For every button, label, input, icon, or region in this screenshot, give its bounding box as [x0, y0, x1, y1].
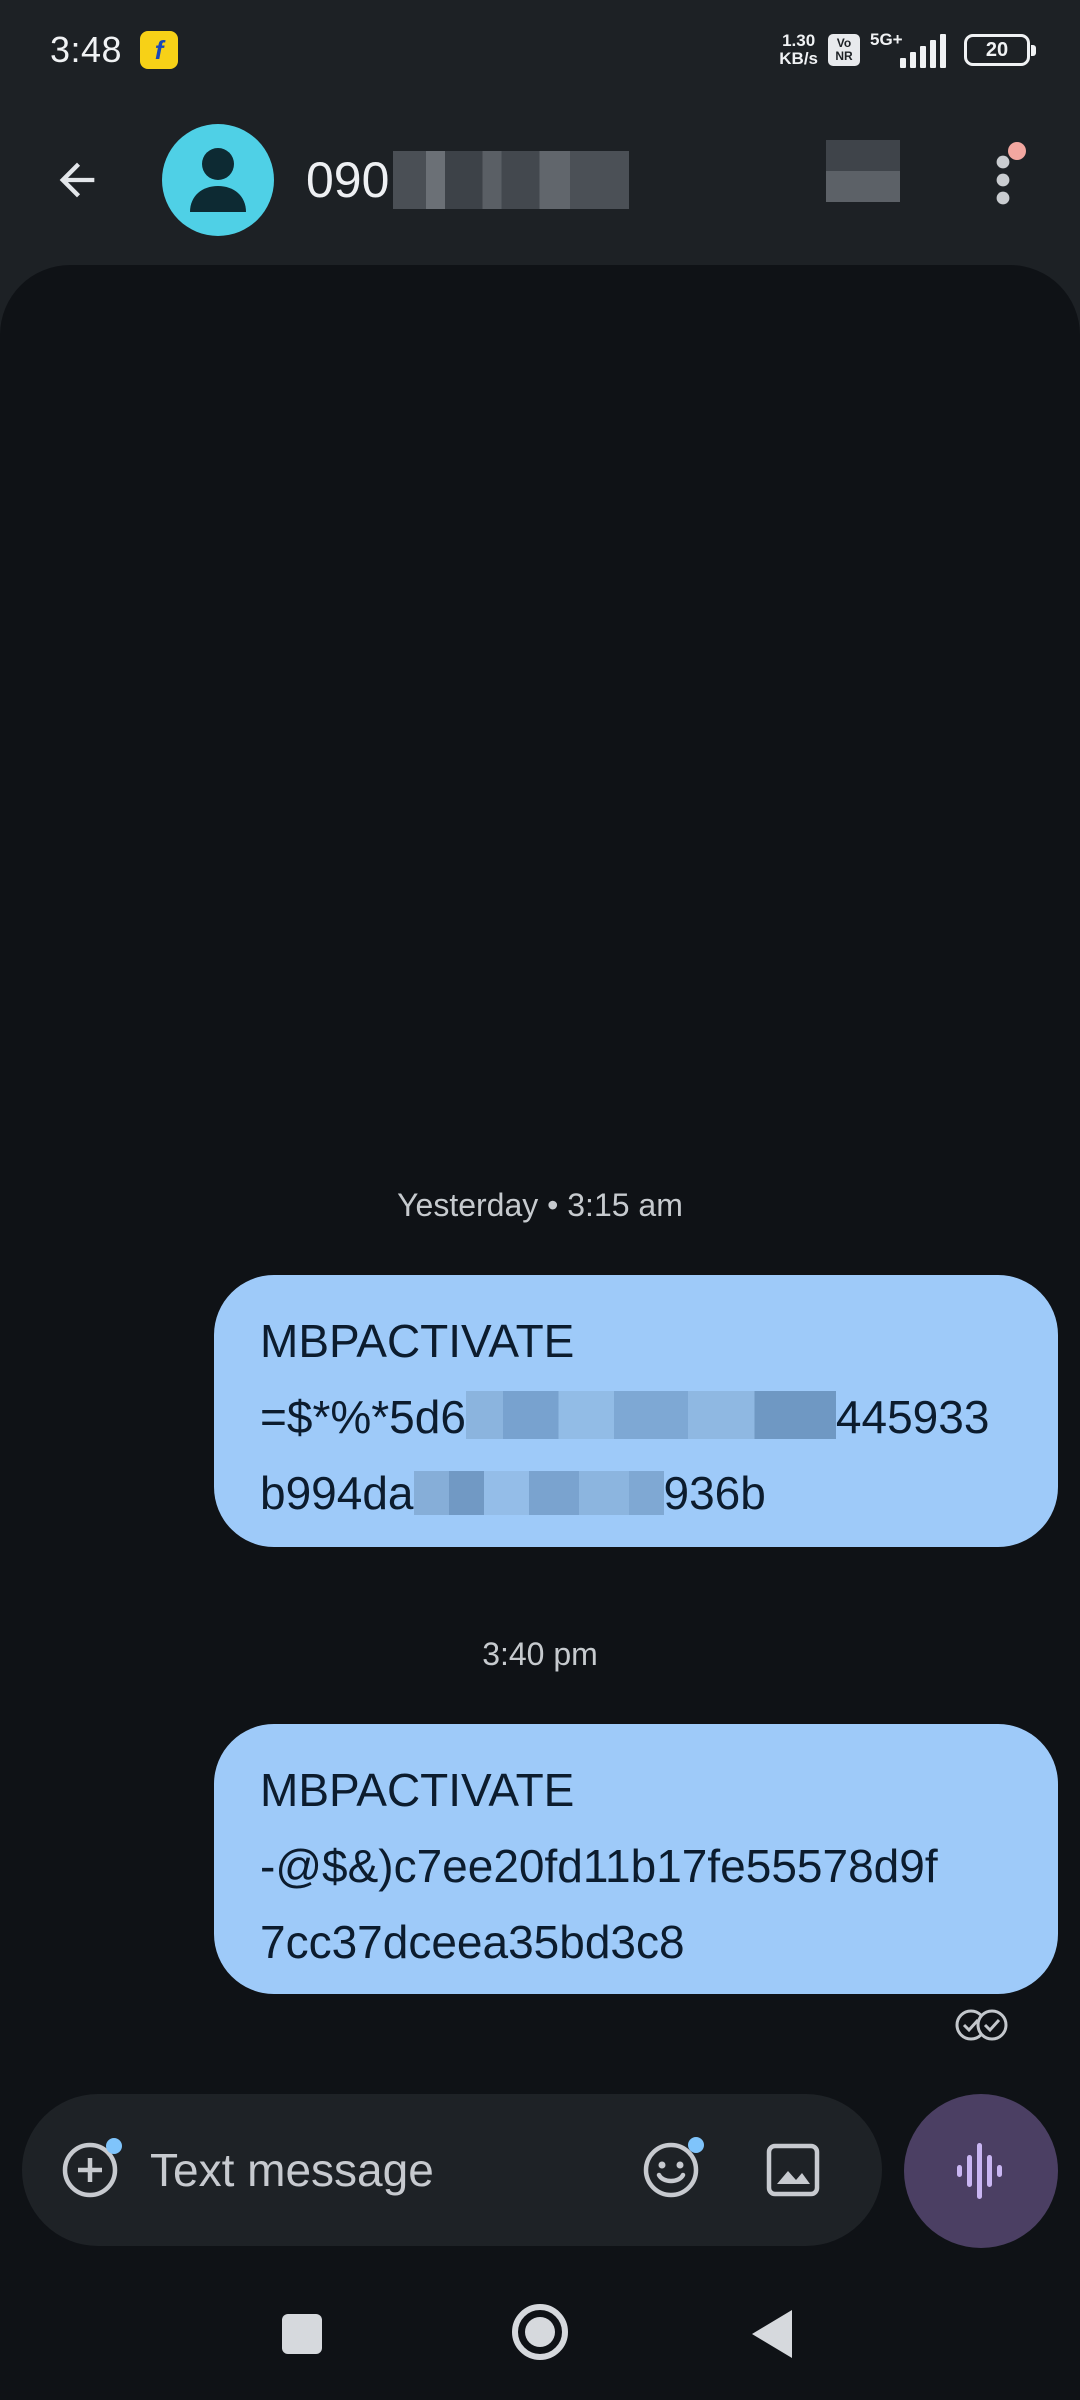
new-badge-dot — [106, 2138, 122, 2154]
back-triangle-icon[interactable] — [752, 2310, 792, 2358]
voice-message-button[interactable] — [904, 2094, 1058, 2248]
voice-wave-icon — [957, 2143, 1002, 2199]
app-bar: 090 — [0, 100, 1080, 260]
double-check-icon — [955, 2009, 1008, 2041]
image-icon — [766, 2143, 820, 2197]
status-icons: 1.30 KB/s Vo NR 5G+ 20 — [779, 30, 1036, 70]
message-timestamp: Yesterday • 3:15 am — [397, 1187, 683, 1223]
network-speed: 1.30 KB/s — [779, 32, 818, 68]
contact-number: 090 — [306, 152, 390, 208]
contact-avatar[interactable] — [162, 124, 274, 236]
volte-icon: Vo NR — [828, 34, 860, 66]
message-input[interactable] — [150, 2143, 620, 2197]
more-vert-icon — [996, 155, 1010, 205]
message-line: MBPACTIVATE — [260, 1315, 575, 1367]
arrow-left-icon — [59, 162, 95, 198]
home-circle-icon[interactable] — [512, 2304, 568, 2360]
battery-level: 20 — [985, 38, 1009, 61]
message-timestamp: 3:40 pm — [482, 1636, 598, 1672]
network-speed-value: 1.30 — [782, 31, 816, 50]
message-line: b994da 936b — [260, 1467, 766, 1519]
emoji-button[interactable] — [638, 2137, 704, 2203]
add-attachment-button[interactable] — [58, 2138, 122, 2202]
message-bubble[interactable]: MBPACTIVATE -@$&)c7ee20fd11b17fe55578d9f… — [214, 1724, 1058, 1994]
redacted-area — [393, 151, 630, 209]
more-options-button[interactable] — [968, 130, 1038, 230]
messages-screen: 3:48 f 1.30 KB/s Vo NR 5G+ 20 090 Yester… — [0, 0, 1080, 2400]
message-line: =$*%*5d6 445933 — [260, 1391, 990, 1443]
compose-bar — [22, 2094, 882, 2246]
gallery-button[interactable] — [760, 2137, 826, 2203]
recents-square-icon[interactable] — [282, 2314, 322, 2354]
new-badge-dot — [688, 2137, 704, 2153]
back-button[interactable] — [22, 125, 132, 235]
flipkart-app-icon: f — [140, 31, 179, 69]
navigation-bar — [0, 2290, 1080, 2380]
status-time: 3:48 — [50, 29, 123, 70]
message-bubble[interactable]: MBPACTIVATE =$*%*5d6 445933 b994da 936b — [214, 1275, 1058, 1547]
signal-icon: 5G+ — [870, 30, 946, 70]
battery-icon: 20 — [964, 34, 1036, 66]
contact-name[interactable]: 090 — [306, 151, 630, 209]
message-line: 7cc37dceea35bd3c8 — [260, 1916, 685, 1968]
message-line: -@$&)c7ee20fd11b17fe55578d9f — [260, 1840, 938, 1892]
notification-dot — [1008, 142, 1026, 160]
network-type: 5G+ — [870, 30, 903, 49]
message-line: MBPACTIVATE — [260, 1764, 575, 1816]
status-bar: 3:48 f 1.30 KB/s Vo NR 5G+ 20 — [0, 0, 1080, 100]
redacted-text — [465, 1391, 836, 1439]
redacted-call-button[interactable] — [826, 140, 900, 202]
redacted-text — [413, 1471, 664, 1515]
network-speed-unit: KB/s — [779, 49, 818, 68]
person-icon — [190, 148, 246, 212]
